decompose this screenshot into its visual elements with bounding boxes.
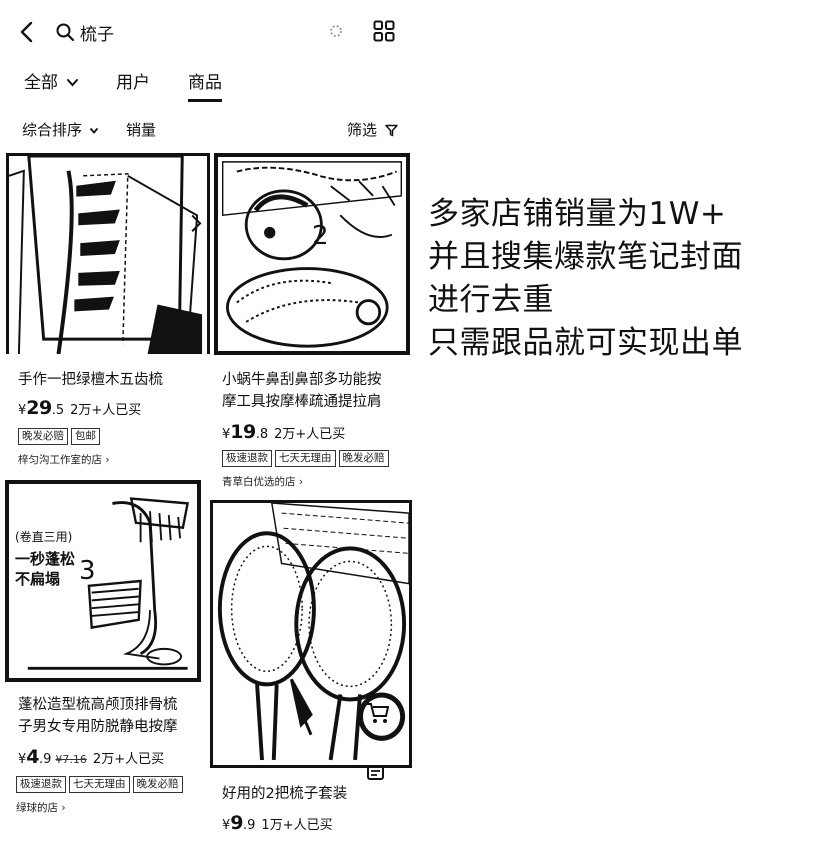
image-number: 3 (79, 556, 96, 586)
product-title[interactable]: 好用的2把梳子套装 (222, 783, 347, 805)
product-price: ¥4.9 ¥7.16 2万+人已买 (18, 746, 165, 768)
image-number: 2 (312, 221, 329, 251)
annotation-line: 并且搜集爆款笔记封面 (428, 239, 743, 275)
tag-badge: 七天无理由 (275, 450, 336, 467)
product-title[interactable]: 小蜗牛鼻刮鼻部多功能按 摩工具按摩棒疏通提拉肩 (222, 369, 382, 413)
product-price: ¥9.9 1万+人已买 (222, 812, 333, 834)
product-price: ¥19.8 2万+人已买 (222, 421, 346, 443)
sort-comprehensive[interactable]: 综合排序 (22, 119, 99, 140)
product-tags: 晚发必赔 包邮 (18, 428, 100, 445)
tag-badge: 包邮 (71, 428, 100, 445)
filter-icon (385, 124, 398, 137)
product-tags: 极速退款 七天无理由 晚发必赔 (222, 450, 389, 467)
chevron-down-icon (89, 127, 99, 135)
product-title[interactable]: 手作一把绿檀木五齿梳 (18, 369, 163, 391)
tab-all[interactable]: 全部 (24, 68, 79, 93)
image-caption-small: (卷直三用) (15, 530, 73, 544)
product-image-nose-massager[interactable]: 2 (214, 153, 410, 355)
product-tags: 极速退款 七天无理由 晚发必赔 (16, 776, 183, 793)
annotation-line: 只需跟品就可实现出单 (428, 325, 743, 361)
search-input[interactable]: 梳子 (80, 20, 114, 45)
tag-badge: 晚发必赔 (18, 428, 68, 445)
product-price: ¥29.5 2万+人已买 (18, 397, 142, 419)
annotation-text: 多家店铺销量为1W+ 并且搜集爆款笔记封面 进行去重 只需跟品就可实现出单 (428, 193, 743, 365)
annotation-line: 进行去重 (428, 282, 554, 318)
product-image-comb-wood[interactable] (6, 153, 210, 354)
tag-badge: 极速退款 (16, 776, 66, 793)
shop-link[interactable]: 青草白优选的店 › (222, 474, 303, 489)
back-icon[interactable] (16, 20, 38, 44)
product-image-comb-set[interactable] (210, 500, 412, 768)
tag-badge: 七天无理由 (69, 776, 130, 793)
tag-badge: 晚发必赔 (132, 776, 183, 793)
tag-badge: 极速退款 (222, 450, 272, 467)
image-caption: 一秒蓬松 (15, 550, 76, 568)
loading-icon (329, 24, 343, 38)
search-bar[interactable]: 梳子 (52, 18, 352, 46)
shop-link[interactable]: 梓匀沟工作室的店 › (18, 452, 110, 467)
note-icon[interactable] (366, 764, 386, 782)
product-image-volume-comb[interactable]: (卷直三用) 一秒蓬松 不扁塌 3 (5, 480, 201, 682)
product-title[interactable]: 蓬松造型梳高颅顶排骨梳 子男女专用防脱静电按摩 (18, 694, 178, 738)
tab-products[interactable]: 商品 (188, 68, 222, 102)
sort-sales[interactable]: 销量 (126, 119, 156, 140)
grid-view-icon[interactable] (373, 20, 395, 42)
tab-users[interactable]: 用户 (116, 68, 150, 93)
search-icon (55, 22, 75, 42)
annotation-line: 多家店铺销量为1W+ (428, 196, 727, 232)
shop-link[interactable]: 绿球的店 › (16, 800, 66, 815)
filter-button[interactable]: 筛选 (347, 119, 398, 140)
chevron-down-icon (66, 78, 79, 88)
image-caption: 不扁塌 (15, 570, 61, 588)
tag-badge: 晚发必赔 (338, 450, 389, 467)
cart-icon[interactable] (365, 701, 391, 725)
